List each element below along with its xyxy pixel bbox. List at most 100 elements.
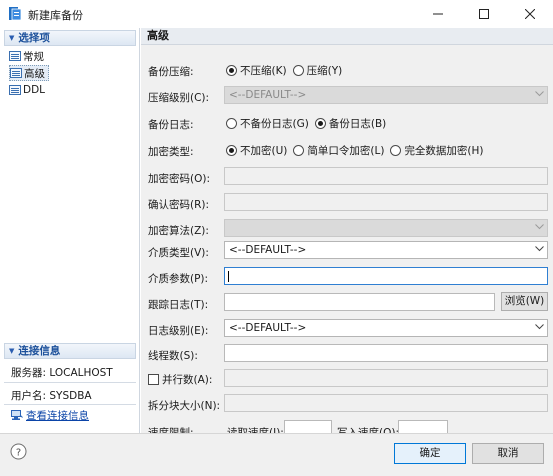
read-speed-label: 读取速度(I): [227,427,284,433]
page-icon [9,51,21,61]
nav-item-label: DDL [23,84,46,96]
connection-icon [11,410,23,420]
thread-count-input[interactable] [224,344,548,362]
compression-level-label: 压缩级别(C): [148,92,210,104]
advanced-settings-panel: 高级 备份压缩: 不压缩(K) 压缩(Y) 压缩级别(C): <--DEFAUL… [141,28,553,433]
parallel-count-label: 并行数(A): [162,374,213,386]
trace-log-input[interactable] [224,293,495,311]
media-type-select[interactable]: <--DEFAULT--> [224,241,548,259]
text-cursor [228,271,229,282]
page-icon [10,68,22,78]
close-button[interactable] [507,0,553,28]
split-block-size-label: 拆分块大小(N): [148,400,221,412]
cancel-button[interactable]: 取消 [472,443,544,464]
radio-unchecked-icon [293,145,305,156]
split-block-size-input[interactable] [224,394,548,412]
title-bar: 新建库备份 [0,0,553,28]
radio-label: 简单口令加密(L) [307,145,385,157]
nav-item-ddl[interactable]: DDL [9,82,48,98]
page-icon [9,85,21,95]
ok-button[interactable]: 确定 [394,443,466,464]
log-level-label: 日志级别(E): [148,325,209,337]
panel-title: 高级 [141,28,553,45]
chevron-down-icon [535,91,544,97]
encryption-type-radio-group: 不加密(U) 简单口令加密(L) 完全数据加密(H) [226,143,490,158]
close-icon [525,9,535,19]
select-value: <--DEFAULT--> [229,89,307,101]
trace-log-label: 跟踪日志(T): [148,299,209,311]
chevron-down-icon [535,224,544,230]
radio-checked-icon [226,65,237,76]
encrypt-algorithm-label: 加密算法(Z): [148,225,209,237]
encryption-type-label: 加密类型: [148,146,194,158]
chevron-down-icon [535,324,544,330]
help-icon[interactable]: ? [10,443,27,460]
options-section-header[interactable]: ▼ 选择项 [4,30,136,46]
divider [4,382,136,383]
select-value: <--DEFAULT--> [229,322,307,334]
dialog-footer: ? 确定 取消 [0,433,553,476]
maximize-button[interactable] [461,0,507,28]
radio-unchecked-icon [390,145,402,156]
svg-text:?: ? [16,448,21,459]
nav-item-advanced[interactable]: 高级 [9,65,49,81]
nav-item-label: 常规 [23,50,44,63]
parallel-count-checkbox[interactable]: 并行数(A): [148,372,212,387]
radio-simple-encryption[interactable]: 简单口令加密(L) [293,143,384,158]
backup-log-radio-group: 不备份日志(G) 备份日志(B) [226,116,392,131]
browse-button[interactable]: 浏览(W) [501,292,548,311]
confirm-password-label: 确认密码(R): [148,199,210,211]
parallel-count-input[interactable] [224,369,548,387]
radio-unchecked-icon [226,118,237,129]
compression-label: 备份压缩: [148,66,194,78]
nav-item-general[interactable]: 常规 [9,48,47,64]
radio-no-compression[interactable]: 不压缩(K) [226,63,287,78]
media-type-label: 介质类型(V): [148,247,209,259]
radio-checked-icon [314,118,326,129]
backup-log-label: 备份日志: [148,119,194,131]
app-icon [9,7,22,21]
radio-no-backup-log[interactable]: 不备份日志(G) [226,116,309,131]
radio-unchecked-icon [292,65,304,76]
radio-label: 不压缩(K) [240,65,287,77]
radio-full-encryption[interactable]: 完全数据加密(H) [390,143,484,158]
options-header-label: 选择项 [18,32,50,44]
write-speed-input[interactable] [398,420,448,433]
user-info: 用户名: SYSDBA [11,390,92,402]
log-level-select[interactable]: <--DEFAULT--> [224,319,548,337]
maximize-icon [479,9,489,19]
collapse-arrow-icon: ▼ [9,34,15,42]
left-panel: ▼ 选择项 常规 高级 DDL ▼ 连接信息 服务器: LOCALHOST 用户名:… [0,28,140,433]
compression-radio-group: 不压缩(K) 压缩(Y) [226,63,348,78]
view-connection-link[interactable]: 查看连接信息 [11,408,89,423]
divider [4,404,136,405]
connection-section-header[interactable]: ▼ 连接信息 [4,343,136,359]
encrypt-password-label: 加密密码(O): [148,173,210,185]
nav-item-label: 高级 [24,67,45,80]
encrypt-password-field[interactable] [224,167,548,185]
checkbox-unchecked-icon [148,374,159,385]
confirm-password-field[interactable] [224,193,548,211]
radio-label: 压缩(Y) [306,65,343,77]
radio-backup-log[interactable]: 备份日志(B) [314,116,387,131]
collapse-arrow-icon: ▼ [9,347,15,355]
view-connection-label: 查看连接信息 [26,410,89,422]
radio-label: 不加密(U) [240,145,288,157]
write-speed-label: 写入速度(Q): [337,427,399,433]
radio-label: 不备份日志(G) [240,118,309,130]
radio-no-encryption[interactable]: 不加密(U) [226,143,287,158]
read-speed-input[interactable] [284,420,332,433]
radio-label: 备份日志(B) [328,118,387,130]
server-info: 服务器: LOCALHOST [11,367,113,379]
minimize-icon [433,13,443,15]
compression-level-select[interactable]: <--DEFAULT--> [224,86,548,104]
select-value: <--DEFAULT--> [229,244,307,256]
speed-limit-label: 速度限制: [148,427,194,433]
radio-compression[interactable]: 压缩(Y) [292,63,343,78]
minimize-button[interactable] [415,0,461,28]
connection-header-label: 连接信息 [18,345,61,357]
radio-checked-icon [226,145,237,156]
media-params-input[interactable] [224,267,548,285]
encrypt-algorithm-select[interactable] [224,219,548,237]
media-params-label: 介质参数(P): [148,273,209,285]
